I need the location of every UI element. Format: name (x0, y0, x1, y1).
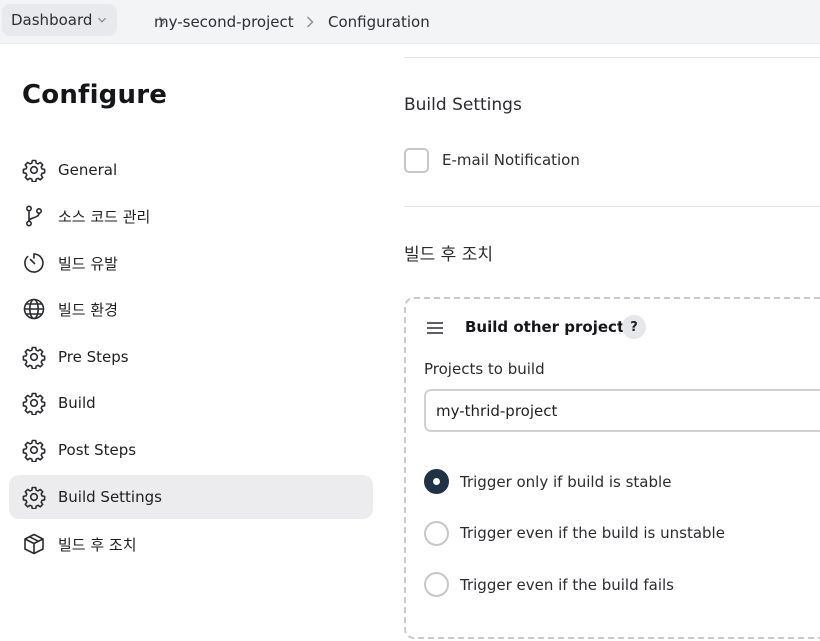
sidebar-item-post-steps[interactable]: Post Steps (9, 428, 373, 472)
globe-icon (22, 297, 46, 321)
trigger-fails-label: Trigger even if the build fails (460, 576, 674, 594)
projects-to-build-label: Projects to build (424, 360, 545, 378)
build-other-projects-title: Build other projects (465, 318, 634, 336)
breadcrumb: Dashboard my-second-project Configuratio… (0, 0, 820, 44)
timer-icon (22, 251, 46, 275)
trigger-unstable-radio[interactable] (424, 521, 449, 546)
sidebar-item-post-build-actions[interactable]: 빌드 후 조치 (9, 522, 373, 566)
breadcrumb-project-label: my-second-project (154, 13, 294, 31)
page-title: Configure (22, 80, 168, 110)
post-build-actions-heading: 빌드 후 조치 (404, 245, 494, 265)
email-notification-label: E-mail Notification (442, 151, 580, 169)
breadcrumb-project[interactable]: my-second-project (154, 0, 294, 44)
gear-icon (22, 158, 46, 182)
breadcrumb-configuration-label: Configuration (328, 13, 430, 31)
trigger-unstable-label: Trigger even if the build is unstable (460, 524, 725, 542)
sidebar-item-build[interactable]: Build (9, 381, 373, 425)
breadcrumb-dashboard-label: Dashboard (11, 11, 93, 29)
sidebar-item-label: Post Steps (58, 441, 137, 459)
breadcrumb-configuration[interactable]: Configuration (328, 0, 430, 44)
build-settings-heading: Build Settings (404, 95, 522, 115)
trigger-stable-radio[interactable] (424, 469, 449, 494)
sidebar-item-label: 소스 코드 관리 (58, 207, 151, 226)
help-icon[interactable]: ? (622, 315, 646, 339)
gear-icon (22, 485, 46, 509)
trigger-fails-radio[interactable] (424, 572, 449, 597)
sidebar-item-build-settings[interactable]: Build Settings (9, 475, 373, 519)
package-icon (22, 532, 46, 556)
sidebar-item-general[interactable]: General (9, 148, 373, 192)
breadcrumb-dashboard[interactable]: Dashboard (2, 4, 118, 36)
sidebar-item-label: 빌드 유발 (58, 254, 118, 273)
sidebar-item-build-environment[interactable]: 빌드 환경 (9, 287, 373, 331)
projects-to-build-input[interactable] (424, 389, 820, 432)
sidebar-item-label: 빌드 후 조치 (58, 535, 137, 554)
sidebar-item-label: Pre Steps (58, 348, 129, 366)
git-branch-icon (22, 204, 46, 228)
gear-icon (22, 345, 46, 369)
gear-icon (22, 438, 46, 462)
section-divider (404, 57, 820, 58)
sidebar-item-label: Build (58, 394, 96, 412)
sidebar-item-label: Build Settings (58, 488, 162, 506)
sidebar-item-source-code[interactable]: 소스 코드 관리 (9, 194, 373, 238)
sidebar-item-label: General (58, 161, 118, 179)
section-divider (404, 206, 820, 207)
sidebar-item-label: 빌드 환경 (58, 300, 118, 319)
drag-handle-icon[interactable] (426, 320, 444, 334)
sidebar-item-pre-steps[interactable]: Pre Steps (9, 335, 373, 379)
gear-icon (22, 391, 46, 415)
chevron-down-icon[interactable] (97, 15, 107, 25)
sidebar-item-build-triggers[interactable]: 빌드 유발 (9, 241, 373, 285)
email-notification-checkbox[interactable] (404, 148, 429, 173)
trigger-stable-label: Trigger only if build is stable (460, 473, 672, 491)
chevron-right-icon (304, 14, 316, 28)
